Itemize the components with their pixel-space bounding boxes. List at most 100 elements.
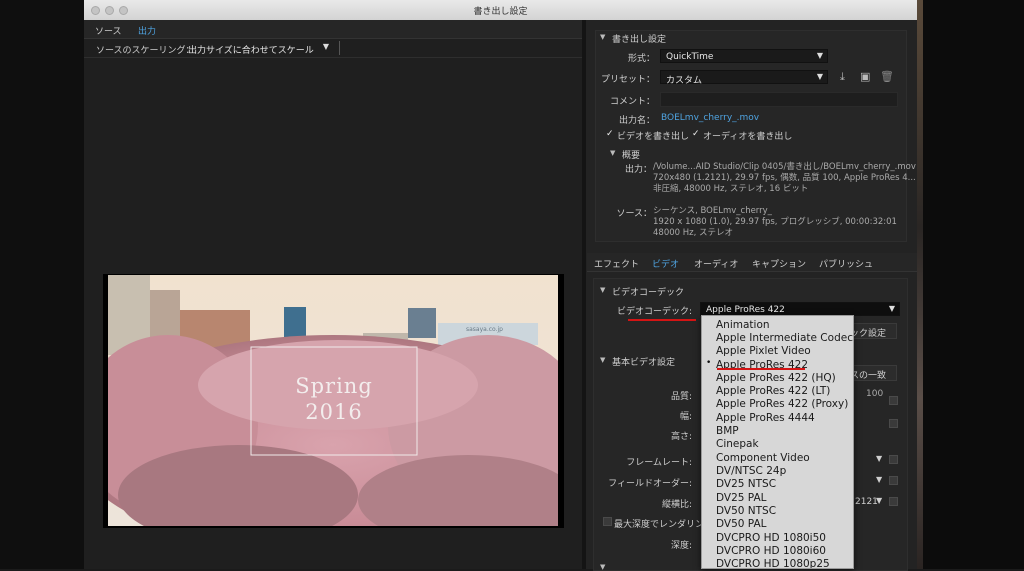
- comment-label: コメント：: [609, 97, 655, 107]
- codec-section-title: ビデオコーデック: [612, 288, 685, 298]
- height-label: 高さ:: [670, 432, 692, 442]
- preset-value: カスタム: [666, 76, 703, 86]
- export-video-checkbox[interactable]: ✓: [606, 129, 614, 139]
- codec-value: Apple ProRes 422: [706, 305, 785, 315]
- summary-output-label: 出力：: [624, 165, 652, 175]
- collapse-icon[interactable]: ▼: [600, 563, 605, 571]
- aspect-checkbox[interactable]: [889, 497, 898, 506]
- tab-captions[interactable]: キャプション: [752, 257, 806, 270]
- preview-image: Spring 2016 sasaya.co.jp: [108, 275, 558, 526]
- aspect-value[interactable]: 2121: [855, 497, 878, 507]
- menu-item[interactable]: DV/NTSC 24p: [716, 465, 786, 477]
- width-label: 幅:: [679, 412, 692, 422]
- menu-item[interactable]: DV25 NTSC: [716, 478, 776, 490]
- quality-value: 100: [866, 389, 884, 399]
- chevron-down-icon[interactable]: ▼: [876, 496, 882, 505]
- scaling-value: 出力サイズに合わせてスケール: [188, 46, 314, 56]
- codec-dropdown[interactable]: Apple ProRes 422 ▼: [700, 302, 900, 316]
- output-name-label: 出力名：: [618, 116, 655, 126]
- collapse-icon[interactable]: ▼: [600, 33, 605, 41]
- comment-input[interactable]: [660, 92, 898, 107]
- menu-item[interactable]: DV50 NTSC: [716, 505, 776, 517]
- tab-video[interactable]: ビデオ: [652, 257, 679, 270]
- tab-output[interactable]: 出力: [138, 24, 156, 37]
- tab-effects[interactable]: エフェクト: [594, 257, 639, 270]
- format-dropdown[interactable]: QuickTime ▼: [660, 49, 828, 63]
- field-order-checkbox[interactable]: [889, 476, 898, 485]
- depth-label: 深度:: [670, 541, 692, 551]
- framerate-checkbox[interactable]: [889, 455, 898, 464]
- max-depth-label: 最大深度でレンダリング: [614, 520, 714, 530]
- menu-item[interactable]: DVCPRO HD 1080p25: [716, 558, 830, 568]
- menu-item[interactable]: DV25 PAL: [716, 492, 766, 504]
- export-audio-checkbox[interactable]: ✓: [692, 129, 700, 139]
- menu-item[interactable]: Animation: [716, 319, 770, 331]
- menu-item[interactable]: Apple ProRes 422 (HQ): [716, 372, 836, 384]
- framerate-label: フレームレート:: [626, 458, 692, 468]
- preview-tabs: ソース 出力: [84, 20, 582, 39]
- output-name-link[interactable]: BOELmv_cherry_.mov: [661, 113, 759, 123]
- basic-section-title: 基本ビデオ設定: [612, 358, 676, 368]
- export-video-label: ビデオを書き出し: [617, 132, 690, 142]
- window-title: 書き出し設定: [473, 7, 528, 17]
- tab-source[interactable]: ソース: [95, 24, 122, 37]
- annotation-underline: [628, 319, 696, 321]
- delete-preset-icon[interactable]: 🗑: [880, 70, 894, 83]
- codec-label: ビデオコーデック:: [616, 307, 692, 317]
- selected-bullet-icon: •: [706, 358, 712, 368]
- menu-item[interactable]: DV50 PAL: [716, 518, 766, 530]
- chevron-down-icon: ▼: [322, 42, 329, 51]
- save-preset-icon[interactable]: ⤓: [840, 70, 845, 84]
- summary-output-text: /Volume...AID Studio/Clip 0405/書き出し/BOEL…: [653, 162, 916, 194]
- format-label: 形式：: [627, 54, 655, 64]
- preset-dropdown[interactable]: カスタム ▼: [660, 70, 828, 86]
- import-preset-icon[interactable]: ▣: [860, 70, 870, 83]
- chevron-down-icon[interactable]: ▼: [876, 475, 882, 484]
- menu-item[interactable]: Apple ProRes 4444: [716, 412, 815, 424]
- field-order-label: フィールドオーダー:: [608, 479, 692, 489]
- desktop-background-right: [917, 0, 1024, 569]
- max-depth-checkbox[interactable]: [603, 517, 612, 526]
- annotation-underline-selected: [717, 368, 805, 370]
- tab-audio[interactable]: オーディオ: [694, 257, 738, 270]
- resize-checkbox[interactable]: [889, 396, 898, 405]
- overlay-year: 2016: [305, 400, 363, 424]
- chevron-down-icon: ▼: [888, 304, 895, 313]
- preset-label: プリセット：: [600, 75, 655, 85]
- aspect-label: 縦横比:: [661, 500, 692, 510]
- title-bar[interactable]: 書き出し設定: [84, 0, 917, 21]
- scaling-row: ソースのスケーリング： 出力サイズに合わせてスケール ▼: [84, 39, 582, 58]
- format-value: QuickTime: [666, 52, 714, 62]
- chevron-down-icon: ▼: [816, 72, 823, 81]
- menu-item[interactable]: Component Video: [716, 452, 810, 464]
- export-audio-label: オーディオを書き出し: [703, 132, 793, 142]
- menu-item[interactable]: BMP: [716, 425, 739, 437]
- quality-label: 品質:: [670, 392, 692, 402]
- scaling-dropdown[interactable]: 出力サイズに合わせてスケール ▼: [183, 41, 333, 56]
- building-sign: sasaya.co.jp: [466, 326, 503, 333]
- summary-title: 概要: [622, 151, 641, 161]
- chevron-down-icon: ▼: [816, 51, 823, 60]
- chevron-down-icon[interactable]: ▼: [876, 454, 882, 463]
- basic-collapse-icon[interactable]: ▼: [600, 356, 605, 364]
- summary-source-label: ソース：: [616, 209, 652, 219]
- menu-item[interactable]: DVCPRO HD 1080i60: [716, 545, 826, 557]
- scaling-label: ソースのスケーリング：: [96, 46, 195, 56]
- menu-item[interactable]: Apple ProRes 422 (Proxy): [716, 398, 848, 410]
- summary-source-text: シーケンス, BOELmv_cherry_ 1920 x 1080 (1.0),…: [653, 206, 897, 238]
- height-checkbox[interactable]: [889, 419, 898, 428]
- summary-collapse-icon[interactable]: ▼: [610, 149, 615, 157]
- divider: [339, 41, 340, 55]
- section-title: 書き出し設定: [612, 35, 667, 45]
- overlay-title: Spring: [295, 374, 373, 398]
- tab-publish[interactable]: パブリッシュ: [819, 257, 873, 270]
- menu-item[interactable]: Apple Pixlet Video: [716, 345, 811, 357]
- menu-item[interactable]: Cinepak: [716, 438, 759, 450]
- settings-tabs: エフェクト ビデオ オーディオ キャプション パブリッシュ: [587, 253, 917, 272]
- desktop-background: [0, 0, 84, 569]
- menu-item[interactable]: Apple ProRes 422 (LT): [716, 385, 830, 397]
- codec-dropdown-menu[interactable]: Animation Apple Intermediate Codec Apple…: [701, 315, 854, 569]
- menu-item[interactable]: DVCPRO HD 1080i50: [716, 532, 826, 544]
- menu-item[interactable]: Apple Intermediate Codec: [716, 332, 853, 344]
- codec-collapse-icon[interactable]: ▼: [600, 286, 605, 294]
